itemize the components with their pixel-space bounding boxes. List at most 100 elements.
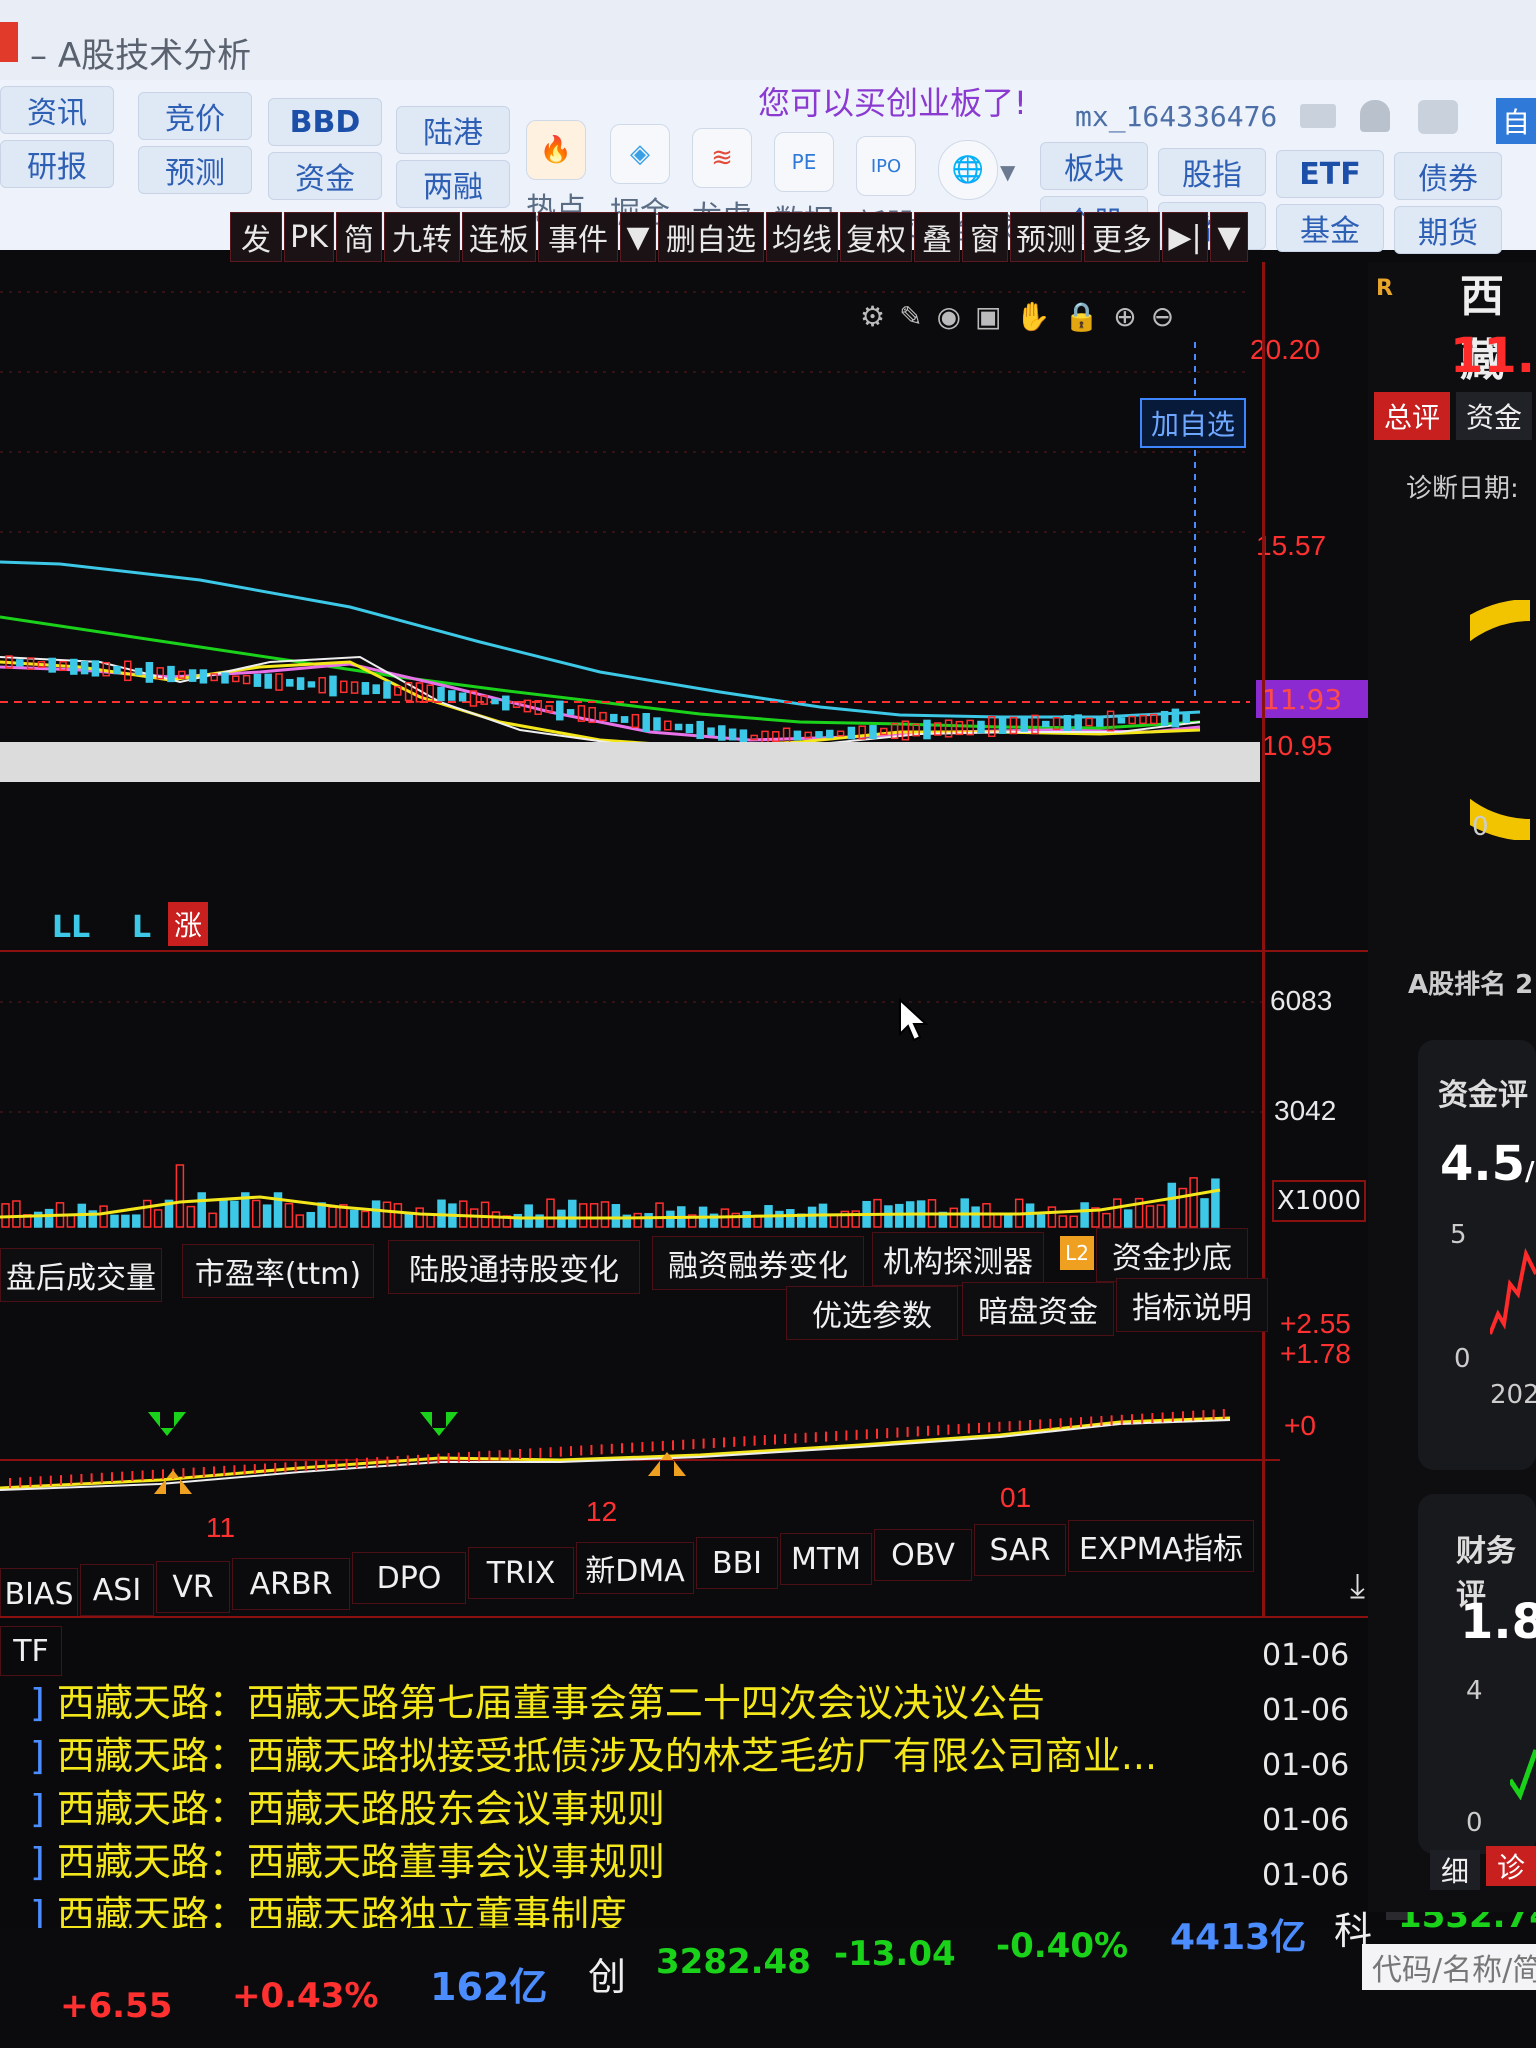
add-to-watch-button[interactable]: 加自选 bbox=[1140, 398, 1246, 448]
toolbar-button-7[interactable]: 删自选 bbox=[658, 212, 764, 262]
mail-icon[interactable] bbox=[1300, 104, 1336, 128]
search-input[interactable]: 代码/名称/简 bbox=[1362, 1944, 1536, 1990]
margin-button[interactable]: 两融 bbox=[396, 160, 510, 208]
news-title[interactable]: 西藏天路：西藏天路董事会议事规则 bbox=[57, 1840, 665, 1884]
volume-bar bbox=[644, 1213, 653, 1228]
bbd-button[interactable]: BBD bbox=[268, 98, 382, 146]
panel-tab-diagnose[interactable]: 诊 bbox=[1486, 1846, 1536, 1886]
tab-indicator-help[interactable]: 指标说明 bbox=[1116, 1278, 1268, 1332]
news-bullet: ] bbox=[30, 1787, 45, 1831]
panel-tab-detail[interactable]: 细 bbox=[1430, 1850, 1480, 1890]
auction-button[interactable]: 竞价 bbox=[138, 92, 252, 140]
tab-institution-detector[interactable]: 机构探测器 bbox=[872, 1232, 1044, 1286]
account-name[interactable]: mx_164336476 bbox=[1075, 100, 1277, 133]
toolbar-button-2[interactable]: 简 bbox=[336, 212, 382, 262]
indicator-tab-6[interactable]: 新DMA bbox=[576, 1542, 694, 1594]
volume-chart[interactable] bbox=[0, 952, 1262, 1232]
forecast-button[interactable]: 预测 bbox=[138, 146, 252, 194]
indicator-tab-5[interactable]: TRIX bbox=[468, 1547, 574, 1599]
price-chart[interactable] bbox=[0, 262, 1250, 782]
candle bbox=[826, 729, 834, 739]
sector-button[interactable]: 板块 bbox=[1040, 142, 1148, 190]
futures-button[interactable]: 期货 bbox=[1394, 206, 1502, 254]
tab-overall[interactable]: 总评 bbox=[1374, 392, 1450, 440]
toolbar-button-0[interactable]: 发 bbox=[230, 212, 282, 262]
chevron-down-icon[interactable]: ▼ bbox=[1000, 160, 1015, 184]
toolbar-button-13[interactable]: 更多 bbox=[1084, 212, 1160, 262]
toolbar-button-9[interactable]: 复权 bbox=[840, 212, 912, 262]
download-icon[interactable]: ⤓ bbox=[1350, 1566, 1365, 1606]
volume-bar bbox=[328, 1206, 337, 1228]
indicator-tab-9[interactable]: OBV bbox=[874, 1529, 972, 1581]
toolbar-button-11[interactable]: 窗 bbox=[962, 212, 1008, 262]
tab-pe-ttm[interactable]: 市盈率(ttm) bbox=[182, 1244, 374, 1298]
bell-icon[interactable] bbox=[1360, 100, 1390, 132]
hk-connect-button[interactable]: 陆港 bbox=[396, 106, 510, 154]
news-title[interactable]: 西藏天路：西藏天路股东会议事规则 bbox=[57, 1787, 665, 1831]
toolbar-button-14[interactable]: ▶| bbox=[1162, 212, 1208, 262]
tab-after-hours-volume[interactable]: 盘后成交量 bbox=[0, 1248, 162, 1302]
etf-button[interactable]: ETF bbox=[1276, 150, 1384, 198]
tab-dark-pool[interactable]: 暗盘资金 bbox=[962, 1282, 1114, 1336]
news-item[interactable]: ] 西藏天路：西藏天路拟接受抵债涉及的林芝毛纺厂有限公司商业... bbox=[30, 1725, 1157, 1780]
dragon-icon[interactable]: ≋ bbox=[692, 128, 752, 188]
news-item[interactable]: ] 西藏天路：西藏天路董事会议事规则 bbox=[30, 1831, 665, 1886]
volume-bar bbox=[1036, 1214, 1046, 1228]
toolbar-button-5[interactable]: 事件 bbox=[538, 212, 618, 262]
volume-bar bbox=[306, 1211, 315, 1228]
candle bbox=[286, 678, 294, 687]
indicator-tab-3[interactable]: ARBR bbox=[232, 1558, 350, 1610]
fund-button[interactable]: 基金 bbox=[1276, 204, 1384, 252]
volume-unit-badge: X1000 bbox=[1272, 1180, 1366, 1222]
news-title[interactable]: 西藏天路：西藏天路拟接受抵债涉及的林芝毛纺厂有限公司商业... bbox=[57, 1734, 1157, 1778]
indicator-tab-1[interactable]: ASI bbox=[80, 1564, 154, 1616]
toolbar-button-3[interactable]: 九转 bbox=[384, 212, 460, 262]
research-button[interactable]: 研报 bbox=[0, 140, 114, 188]
candle bbox=[977, 720, 985, 734]
indicator-tab-2[interactable]: VR bbox=[156, 1561, 230, 1613]
toolbar-button-15[interactable]: ▼ bbox=[1210, 212, 1248, 262]
price-grid bbox=[0, 291, 1250, 533]
promo-text[interactable]: 您可以买创业板了! bbox=[758, 78, 1027, 124]
pe-data-icon[interactable]: PE bbox=[774, 132, 834, 192]
toolbar-button-10[interactable]: 叠 bbox=[914, 212, 960, 262]
toolbar-button-8[interactable]: 均线 bbox=[766, 212, 838, 262]
candle bbox=[707, 727, 715, 736]
tab-margin-change[interactable]: 融资融券变化 bbox=[652, 1236, 864, 1290]
toolbar-button-12[interactable]: 预测 bbox=[1010, 212, 1082, 262]
bond-button[interactable]: 债券 bbox=[1394, 152, 1502, 200]
toolbar-button-1[interactable]: PK bbox=[284, 212, 334, 262]
capital-button[interactable]: 资金 bbox=[268, 152, 382, 200]
index-futures-button[interactable]: 股指 bbox=[1158, 148, 1266, 196]
indicator-tab-8[interactable]: MTM bbox=[780, 1533, 872, 1585]
tab-preferred-params[interactable]: 优选参数 bbox=[786, 1286, 958, 1340]
self-select-button[interactable]: 自 bbox=[1496, 98, 1536, 144]
indicator-tab-4[interactable]: DPO bbox=[352, 1552, 466, 1604]
dig-gold-icon[interactable]: ◈ bbox=[610, 124, 670, 184]
indicator-tab-0[interactable]: BIAS bbox=[0, 1568, 78, 1620]
indicator-tab-11[interactable]: EXPMA指标 bbox=[1068, 1520, 1254, 1572]
volume-bar bbox=[971, 1206, 980, 1228]
volume-bar bbox=[742, 1211, 751, 1228]
tab-bottom-fishing[interactable]: 资金抄底 bbox=[1096, 1228, 1248, 1282]
volume-bar bbox=[415, 1207, 424, 1228]
news-item[interactable]: ] 西藏天路：西藏天路股东会议事规则 bbox=[30, 1778, 665, 1833]
indicator-tab-7[interactable]: BBI bbox=[696, 1537, 778, 1589]
volume-bar bbox=[589, 1203, 599, 1228]
indicator-chart[interactable] bbox=[0, 1340, 1280, 1510]
news-title[interactable]: 西藏天路：西藏天路第七届董事会第二十四次会议决议公告 bbox=[57, 1681, 1045, 1725]
news-item[interactable]: ] 西藏天路：西藏天路第七届董事会第二十四次会议决议公告 bbox=[30, 1672, 1045, 1727]
shirt-icon[interactable] bbox=[1418, 100, 1458, 134]
indicator-tab-10[interactable]: SAR bbox=[974, 1524, 1066, 1576]
volume-bar bbox=[1178, 1187, 1187, 1228]
globe-icon[interactable]: 🌐 bbox=[938, 140, 998, 200]
news-tab[interactable]: TF bbox=[0, 1626, 62, 1676]
ipo-icon[interactable]: IPO bbox=[856, 136, 916, 196]
ticker-chuang-label[interactable]: 创 bbox=[588, 1946, 626, 2001]
hot-icon[interactable]: 🔥 bbox=[526, 120, 586, 180]
tab-hk-holding-change[interactable]: 陆股通持股变化 bbox=[388, 1240, 640, 1294]
toolbar-button-6[interactable]: ▼ bbox=[620, 212, 656, 262]
toolbar-button-4[interactable]: 连板 bbox=[462, 212, 536, 262]
tab-capital[interactable]: 资金 bbox=[1456, 392, 1532, 440]
news-button[interactable]: 资讯 bbox=[0, 86, 114, 134]
